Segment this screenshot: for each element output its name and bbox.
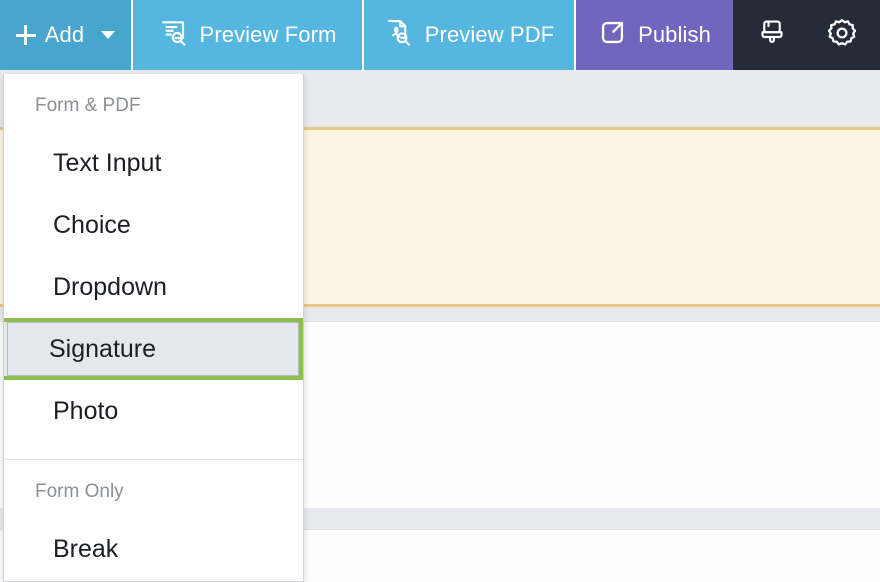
gear-icon xyxy=(825,16,859,55)
publish-button[interactable]: Publish xyxy=(576,0,733,70)
menu-item-break[interactable]: Break xyxy=(4,518,303,580)
add-button-label: Add xyxy=(44,22,85,47)
main-toolbar: Add Preview Form Preview PDF Publish xyxy=(0,0,880,70)
publish-button-label: Publish xyxy=(638,22,711,47)
preview-pdf-button[interactable]: Preview PDF xyxy=(364,0,576,70)
application-window: Add Preview Form Preview PDF Publish For… xyxy=(0,0,880,582)
preview-pdf-label: Preview PDF xyxy=(424,22,555,47)
toolbar-icon-group xyxy=(733,0,880,70)
add-dropdown-menu: Form & PDF Text Input Choice Dropdown Si… xyxy=(3,74,304,582)
preview-form-label: Preview Form xyxy=(199,22,337,47)
chevron-down-icon xyxy=(101,31,116,39)
menu-section-title-form-pdf: Form & PDF xyxy=(35,95,141,116)
menu-item-signature[interactable]: Signature xyxy=(4,318,303,380)
theme-button[interactable] xyxy=(751,14,793,56)
preview-form-button[interactable]: Preview Form xyxy=(133,0,364,70)
menu-item-choice[interactable]: Choice xyxy=(4,194,303,256)
external-link-icon xyxy=(598,18,627,53)
pdf-search-icon xyxy=(384,17,414,53)
paint-roller-icon xyxy=(756,17,788,54)
menu-item-text-input[interactable]: Text Input xyxy=(4,132,303,194)
menu-item-dropdown[interactable]: Dropdown xyxy=(4,256,303,318)
menu-section-title-form-only: Form Only xyxy=(35,481,124,502)
settings-button[interactable] xyxy=(821,14,863,56)
plus-icon xyxy=(15,25,36,45)
add-button[interactable]: Add xyxy=(0,0,133,70)
document-search-icon xyxy=(159,17,189,53)
menu-item-photo[interactable]: Photo xyxy=(4,380,303,442)
